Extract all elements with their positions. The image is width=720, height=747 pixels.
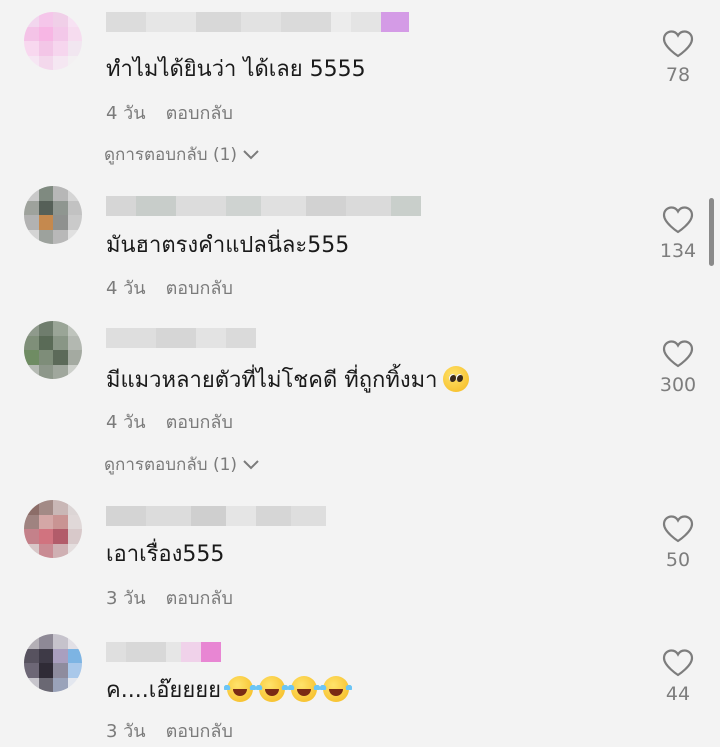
comment-time: 4 วัน bbox=[106, 278, 146, 299]
like-button[interactable]: 78 bbox=[655, 30, 701, 86]
username-blurred[interactable] bbox=[106, 196, 421, 216]
username-blurred[interactable] bbox=[106, 642, 221, 662]
like-button[interactable]: 50 bbox=[655, 515, 701, 571]
reply-button[interactable]: ตอบกลับ bbox=[166, 412, 233, 433]
heart-outline-icon bbox=[662, 30, 694, 58]
reply-button[interactable]: ตอบกลับ bbox=[166, 278, 233, 299]
comment-text: มันฮาตรงคำแปลนี่ละ555 bbox=[106, 233, 350, 258]
avatar[interactable] bbox=[24, 12, 82, 70]
pleading-face-emoji bbox=[443, 366, 470, 392]
username-blurred[interactable] bbox=[106, 506, 326, 526]
avatar[interactable] bbox=[24, 186, 82, 244]
view-replies-button[interactable]: ดูการตอบกลับ (1) bbox=[104, 141, 259, 168]
scrollbar[interactable] bbox=[709, 198, 714, 266]
like-count: 300 bbox=[659, 374, 697, 396]
tears-of-joy-emoji bbox=[287, 676, 320, 702]
avatar[interactable] bbox=[24, 500, 82, 558]
comment-meta: 3 วัน ตอบกลับ bbox=[106, 583, 233, 612]
comment-meta: 4 วัน ตอบกลับ bbox=[106, 98, 233, 127]
reply-button[interactable]: ตอบกลับ bbox=[166, 103, 233, 124]
like-count: 134 bbox=[659, 240, 697, 262]
chevron-down-icon bbox=[243, 459, 259, 469]
comment-time: 3 วัน bbox=[106, 588, 146, 609]
view-replies-button[interactable]: ดูการตอบกลับ (1) bbox=[104, 451, 259, 478]
comment-text: เอาเรื่อง555 bbox=[106, 542, 225, 567]
tears-of-joy-emoji bbox=[319, 676, 352, 702]
like-count: 50 bbox=[665, 549, 691, 571]
avatar[interactable] bbox=[24, 321, 82, 379]
heart-outline-icon bbox=[662, 340, 694, 368]
view-replies-label: ดูการตอบกลับ (1) bbox=[104, 145, 238, 165]
comment-meta: 4 วัน ตอบกลับ bbox=[106, 273, 233, 302]
reply-button[interactable]: ตอบกลับ bbox=[166, 721, 233, 742]
comment-time: 4 วัน bbox=[106, 412, 146, 433]
like-button[interactable]: 44 bbox=[655, 649, 701, 705]
reply-button[interactable]: ตอบกลับ bbox=[166, 588, 233, 609]
username-blurred[interactable] bbox=[106, 328, 256, 348]
chevron-down-icon bbox=[243, 149, 259, 159]
comment-text: ทำไมได้ยินว่า ได้เลย 5555 bbox=[106, 57, 366, 82]
comment-text-body: มีแมวหลายตัวที่ไม่โชคดี ที่ถูกทิ้งมา bbox=[106, 368, 438, 393]
comment-text-body: ค....เอ๊ยยยย bbox=[106, 678, 221, 703]
comment-text: มีแมวหลายตัวที่ไม่โชคดี ที่ถูกทิ้งมา bbox=[106, 366, 470, 395]
comment-meta: 4 วัน ตอบกลับ bbox=[106, 407, 233, 436]
like-count: 78 bbox=[665, 64, 691, 86]
tears-of-joy-emoji bbox=[223, 676, 256, 702]
heart-outline-icon bbox=[662, 206, 694, 234]
comment-text: ค....เอ๊ยยยย bbox=[106, 676, 352, 705]
comment-time: 3 วัน bbox=[106, 721, 146, 742]
view-replies-label: ดูการตอบกลับ (1) bbox=[104, 455, 238, 475]
like-count: 44 bbox=[665, 683, 691, 705]
avatar[interactable] bbox=[24, 634, 82, 692]
like-button[interactable]: 300 bbox=[655, 340, 701, 396]
like-button[interactable]: 134 bbox=[655, 206, 701, 262]
heart-outline-icon bbox=[662, 649, 694, 677]
comment-meta: 3 วัน ตอบกลับ bbox=[106, 716, 233, 745]
heart-outline-icon bbox=[662, 515, 694, 543]
tears-of-joy-emoji bbox=[255, 676, 288, 702]
username-blurred[interactable] bbox=[106, 12, 409, 32]
comment-time: 4 วัน bbox=[106, 103, 146, 124]
